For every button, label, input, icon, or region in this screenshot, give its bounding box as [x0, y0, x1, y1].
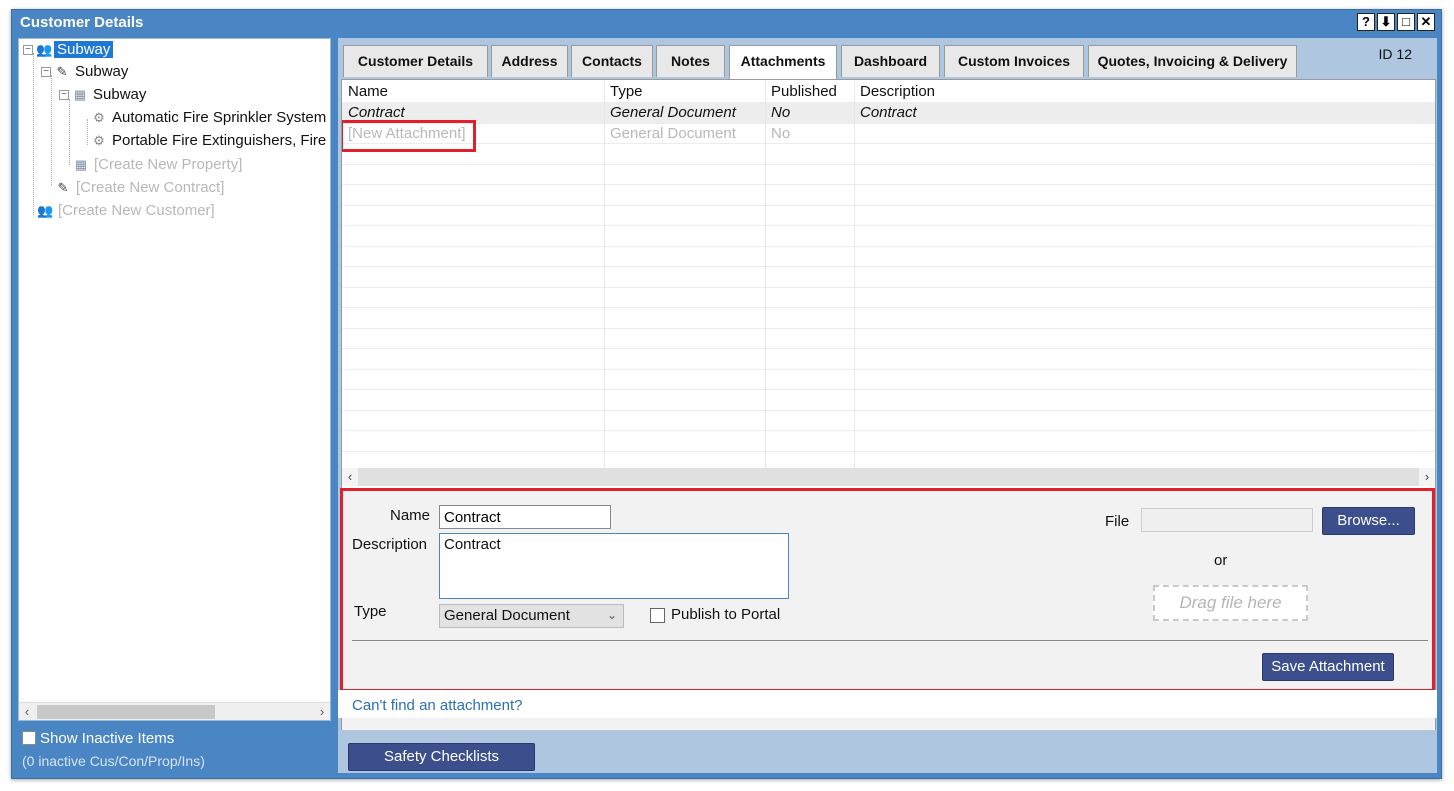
grid-row-line — [342, 307, 1435, 308]
cell-published: No — [771, 104, 791, 121]
column-header-description[interactable]: Description — [854, 82, 1154, 102]
cell-description: Contract — [860, 104, 917, 121]
inactive-count: (0 inactive Cus/Con/Prop/Ins) — [22, 753, 205, 769]
help-icon[interactable]: ? — [1357, 13, 1375, 31]
grid-row-line — [342, 451, 1435, 452]
customer-tree: − 👥 Subway − ✎ Subway − ▦ Subway ⚙ Automatic Fi… — [18, 38, 331, 721]
create-new-contract[interactable]: ✎ [Create New Contract] — [55, 177, 227, 199]
tree-item-label: [Create New Customer] — [58, 202, 215, 219]
tab-custom-invoices[interactable]: Custom Invoices — [944, 45, 1084, 77]
tree-item-label: [Create New Contract] — [76, 179, 225, 196]
cell-description — [854, 124, 1154, 144]
window-title: Customer Details — [20, 14, 144, 31]
building-icon: ▦ — [73, 87, 87, 103]
grid-row-line — [342, 369, 1435, 370]
record-id: ID 12 — [1378, 46, 1412, 62]
grid-row-line — [342, 266, 1435, 267]
maximize-icon[interactable]: □ — [1397, 13, 1415, 31]
inactive-items-area: Show Inactive Items (0 inactive Cus/Con/… — [22, 730, 205, 769]
tree-item-label: Subway — [93, 86, 147, 103]
column-header-name[interactable]: Name — [342, 82, 602, 102]
tree-connector — [33, 53, 34, 215]
people-icon: 👥 — [36, 42, 53, 58]
tree-horizontal-scrollbar[interactable]: ‹ › — [19, 702, 330, 720]
contract-icon: ✎ — [56, 64, 68, 80]
attachments-content: Name Type Published Description Contract… — [340, 79, 1436, 730]
grid-row-line — [342, 164, 1435, 165]
attachments-grid: Name Type Published Description Contract… — [342, 80, 1435, 488]
gear-icon: ⚙ — [93, 133, 105, 149]
grid-row-line — [342, 389, 1435, 390]
grid-horizontal-scrollbar[interactable]: ‹ › — [342, 468, 1435, 486]
window-titlebar: Customer Details ? ⬇ □ ✕ — [12, 10, 1441, 36]
tab-dashboard[interactable]: Dashboard — [841, 45, 940, 77]
tree-connector — [51, 75, 52, 185]
tree-connector — [87, 119, 88, 145]
grid-row-line — [342, 246, 1435, 247]
building-icon: ▦ — [74, 157, 88, 173]
tab-attachments[interactable]: Attachments — [729, 45, 837, 79]
cell-type: General Document — [610, 125, 736, 142]
column-header-published[interactable]: Published — [765, 82, 853, 102]
scroll-left-icon[interactable]: ‹ — [342, 468, 358, 486]
cell-type: General Document — [610, 104, 736, 121]
link-bar: Can't find an attachment? — [338, 690, 1437, 718]
tree-item-label: Automatic Fire Sprinkler System — [112, 109, 327, 126]
tab-customer-details[interactable]: Customer Details — [343, 45, 488, 77]
download-icon[interactable]: ⬇ — [1377, 13, 1395, 31]
detail-panel: Customer Details Address Contacts Notes … — [338, 38, 1437, 773]
safety-checklists-button[interactable]: Safety Checklists — [348, 743, 535, 771]
scroll-right-icon[interactable]: › — [1419, 468, 1435, 486]
cell-published: No — [771, 125, 791, 142]
tree-item-customer[interactable]: − 👥 Subway — [23, 39, 114, 61]
grid-row-line — [342, 184, 1435, 185]
tree-item-installation[interactable]: ⚙ Portable Fire Extinguishers, Fire — [91, 130, 329, 152]
collapse-icon[interactable]: − — [59, 90, 69, 101]
grid-row-line — [342, 328, 1435, 329]
collapse-icon[interactable]: − — [41, 67, 51, 78]
grid-row-line — [342, 225, 1435, 226]
scroll-right-icon[interactable]: › — [314, 703, 330, 720]
grid-row-line — [342, 430, 1435, 431]
new-attachment-highlight — [342, 120, 476, 152]
grid-row-line — [342, 205, 1435, 206]
customer-details-window: Customer Details ? ⬇ □ ✕ − 👥 Subway − ✎ Subw… — [11, 9, 1442, 779]
tree-item-label: Subway — [54, 41, 114, 58]
scrollbar-thumb[interactable] — [37, 705, 215, 719]
tree-item-property[interactable]: − ▦ Subway — [59, 84, 149, 106]
tab-address[interactable]: Address — [491, 45, 568, 77]
show-inactive-checkbox[interactable] — [22, 731, 36, 745]
show-inactive-label: Show Inactive Items — [40, 730, 175, 747]
cant-find-attachment-link[interactable]: Can't find an attachment? — [352, 697, 522, 714]
tab-quotes-invoicing-delivery[interactable]: Quotes, Invoicing & Delivery — [1088, 45, 1297, 77]
tab-notes[interactable]: Notes — [656, 45, 725, 77]
grid-row-line — [342, 410, 1435, 411]
grid-row-line — [342, 348, 1435, 349]
tree-item-label: Subway — [75, 63, 129, 80]
create-new-customer[interactable]: 👥 [Create New Customer] — [37, 200, 218, 222]
form-highlight — [340, 488, 1435, 692]
column-header-type[interactable]: Type — [604, 82, 764, 102]
tree-item-installation[interactable]: ⚙ Automatic Fire Sprinkler System — [91, 107, 329, 129]
collapse-icon[interactable]: − — [23, 45, 33, 56]
create-new-property[interactable]: ▦ [Create New Property] — [73, 154, 245, 176]
grid-row-line — [342, 287, 1435, 288]
contract-icon: ✎ — [57, 180, 69, 196]
tree-item-label: [Create New Property] — [94, 156, 243, 173]
scroll-left-icon[interactable]: ‹ — [19, 703, 35, 720]
tab-contacts[interactable]: Contacts — [571, 45, 653, 77]
show-inactive-toggle[interactable]: Show Inactive Items — [22, 730, 205, 747]
people-icon: 👥 — [37, 203, 54, 219]
close-icon[interactable]: ✕ — [1417, 13, 1435, 31]
tree-item-contract[interactable]: − ✎ Subway — [41, 61, 131, 83]
gear-icon: ⚙ — [93, 110, 105, 126]
tree-item-label: Portable Fire Extinguishers, Fire — [112, 132, 327, 149]
tree-connector — [69, 99, 70, 165]
